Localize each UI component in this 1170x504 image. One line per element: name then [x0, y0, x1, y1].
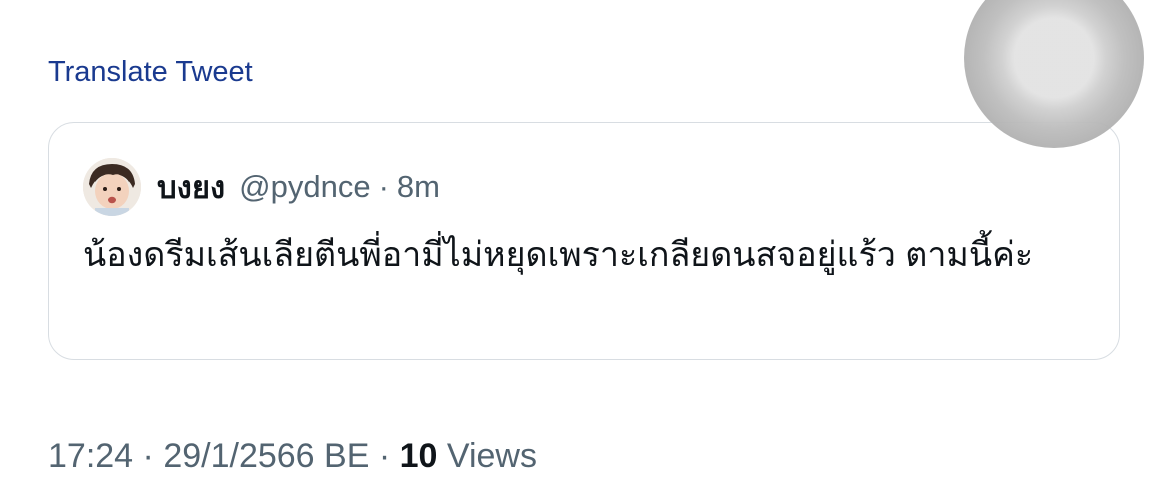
header-separator: ·	[378, 169, 389, 204]
post-age[interactable]: 8m	[397, 169, 440, 205]
quoted-tweet-card[interactable]: บงยง @pydnce · 8m น้องดรีมเส้นเลียตีนพี่…	[48, 122, 1120, 360]
quoted-tweet-header: บงยง @pydnce · 8m	[83, 157, 440, 217]
user-avatar-icon[interactable]	[83, 158, 141, 216]
quoted-tweet-text: น้องดรีมเส้นเลียตีนพี่อามี่ไม่หยุดเพราะเ…	[83, 236, 1034, 274]
tweet-date[interactable]: 29/1/2566 BE	[163, 437, 369, 475]
tweet-metadata: 17:24 · 29/1/2566 BE · 10 Views	[48, 434, 537, 478]
meta-separator: ·	[378, 437, 391, 475]
tweet-time[interactable]: 17:24	[48, 437, 133, 475]
translate-tweet-link[interactable]: Translate Tweet	[48, 52, 253, 92]
views-label[interactable]: Views	[447, 437, 537, 475]
meta-separator: ·	[142, 437, 154, 475]
views-count[interactable]: 10	[400, 437, 438, 475]
author-name[interactable]: บงยง	[157, 162, 225, 212]
author-handle[interactable]: @pydnce	[239, 169, 370, 205]
